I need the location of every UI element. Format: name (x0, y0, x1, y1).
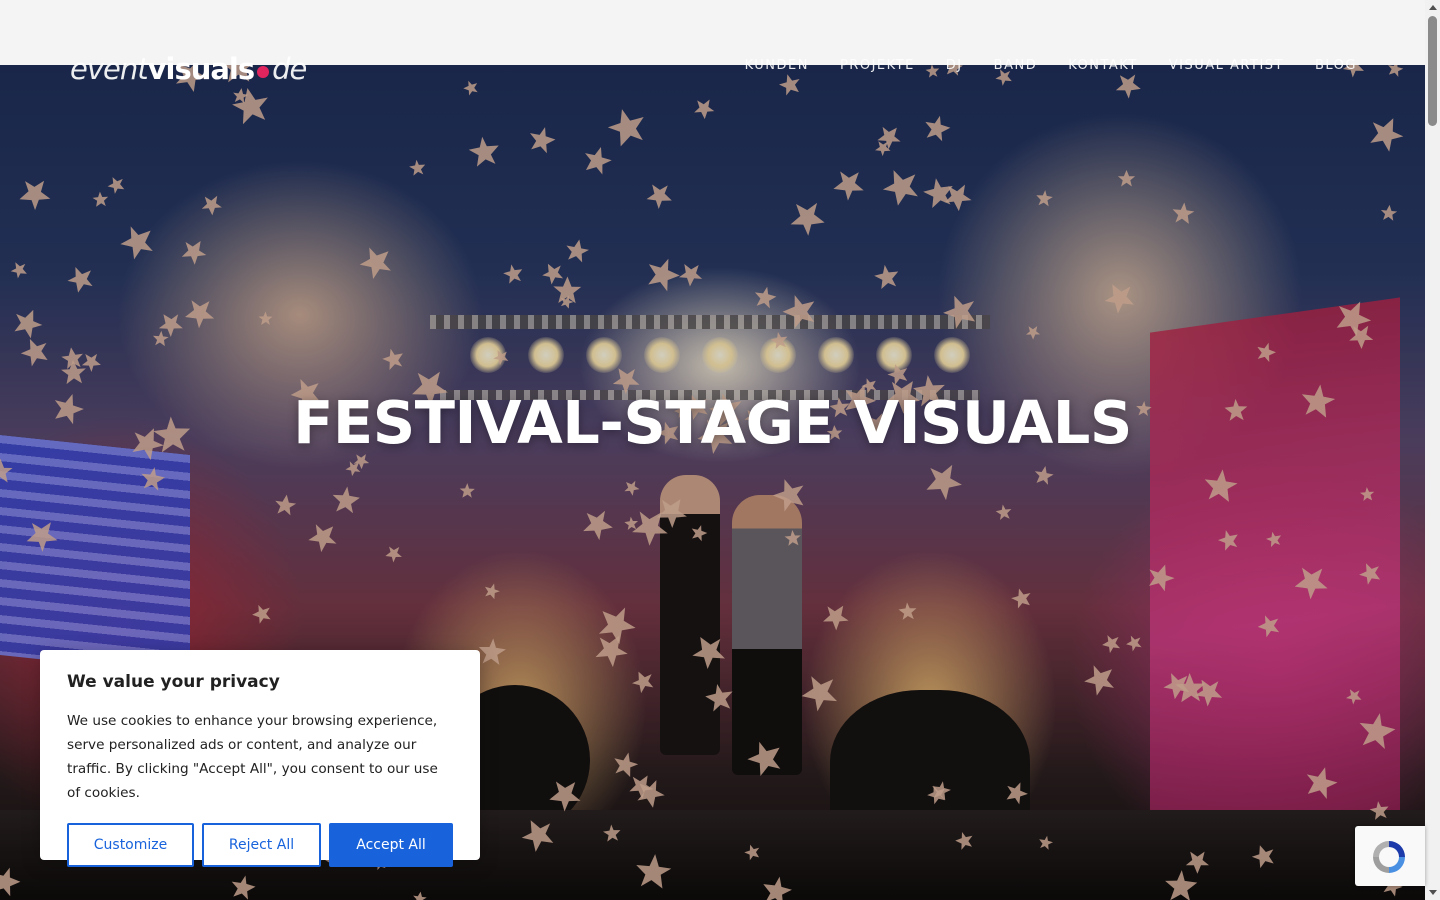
recaptcha-icon (1373, 841, 1405, 873)
cookie-text: We use cookies to enhance your browsing … (67, 713, 438, 801)
page-scrollbar[interactable] (1425, 0, 1440, 900)
scroll-down-icon[interactable] (1429, 890, 1437, 895)
logo-part-event: event (70, 52, 149, 86)
recaptcha-badge[interactable] (1355, 826, 1425, 886)
main-nav: KUNDEN PROJEKTE DJ BAND KONTAKT VISUAL A… (745, 58, 1357, 73)
accept-all-button[interactable]: Accept All (329, 823, 453, 867)
cookie-consent-banner: We value your privacy We use cookies to … (40, 650, 480, 867)
nav-item-kunden[interactable]: KUNDEN (745, 58, 809, 73)
customize-button[interactable]: Customize (67, 823, 194, 867)
nav-item-dj[interactable]: DJ (946, 58, 963, 73)
site-logo[interactable]: eventvisuals de (70, 52, 306, 86)
logo-dot-icon (257, 66, 270, 78)
nav-item-kontakt[interactable]: KONTAKT (1068, 58, 1138, 73)
logo-part-visuals: visuals (147, 52, 256, 86)
nav-item-projekte[interactable]: PROJEKTE (840, 58, 915, 73)
logo-part-de: de (272, 52, 307, 86)
nav-item-band[interactable]: BAND (994, 58, 1038, 73)
reject-all-button[interactable]: Reject All (202, 823, 321, 867)
scroll-up-icon[interactable] (1429, 5, 1437, 10)
cookie-buttons: Customize Reject All Accept All (67, 823, 453, 867)
scroll-thumb[interactable] (1428, 16, 1437, 126)
hero-title: FESTIVAL-STAGE VISUALS (293, 388, 1132, 457)
nav-item-visual-artist[interactable]: VISUAL ARTIST (1169, 58, 1284, 73)
nav-item-blog[interactable]: BLOG (1315, 58, 1357, 73)
cookie-title: We value your privacy (67, 672, 280, 692)
